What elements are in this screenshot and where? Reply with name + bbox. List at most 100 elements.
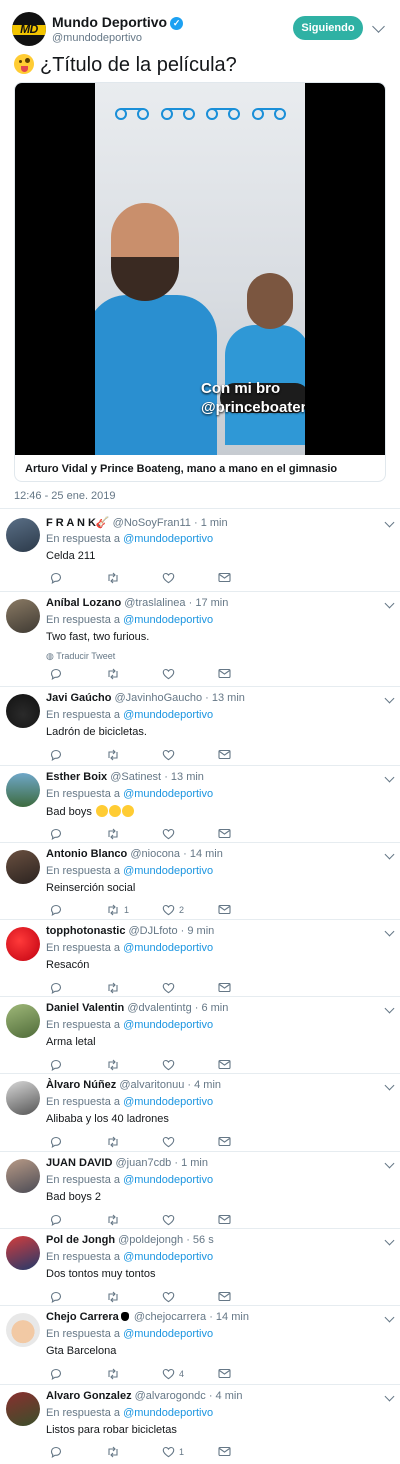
retweet-button[interactable] (102, 1291, 124, 1305)
direct-message-button[interactable] (214, 828, 231, 842)
like-button[interactable] (158, 749, 179, 763)
reply-author[interactable]: topphotonastic @DJLfoto · 9 min (46, 925, 214, 937)
reply-tweet[interactable]: Àlvaro Núñez @alvaritonuu · 4 min En resp… (0, 1079, 400, 1153)
account-avatar[interactable]: MD (12, 12, 46, 46)
direct-message-button[interactable] (214, 1368, 231, 1382)
reply-button[interactable] (46, 1291, 62, 1305)
reply-button[interactable] (46, 982, 62, 996)
reply-author[interactable]: Esther Boix @Satinest · 13 min (46, 771, 204, 783)
reply-button[interactable] (46, 1446, 62, 1460)
direct-message-button[interactable] (214, 1214, 231, 1228)
chevron-down-icon[interactable] (384, 1003, 395, 1014)
avatar[interactable] (6, 1159, 40, 1193)
chevron-down-icon[interactable] (384, 1080, 395, 1091)
avatar[interactable] (6, 1236, 40, 1270)
reply-button[interactable] (46, 828, 62, 842)
reply-time[interactable]: · 13 min (164, 771, 204, 783)
reply-author[interactable]: Àlvaro Núñez @alvaritonuu · 4 min (46, 1079, 221, 1091)
reply-button[interactable] (46, 1136, 62, 1150)
retweet-button[interactable] (102, 982, 124, 996)
direct-message-button[interactable] (214, 904, 231, 918)
avatar[interactable] (6, 1004, 40, 1038)
direct-message-button[interactable] (214, 1446, 231, 1460)
like-button[interactable] (158, 668, 179, 682)
like-button[interactable] (158, 1059, 179, 1073)
avatar[interactable] (6, 599, 40, 633)
reply-to-link[interactable]: @mundodeportivo (123, 1328, 213, 1340)
reply-time[interactable]: · 1 min (194, 517, 228, 529)
retweet-button[interactable] (102, 828, 124, 842)
reply-time[interactable]: · 4 min (187, 1079, 221, 1091)
like-button[interactable] (158, 1214, 179, 1228)
reply-to-link[interactable]: @mundodeportivo (123, 709, 213, 721)
chevron-down-icon[interactable] (384, 1158, 395, 1169)
reply-time[interactable]: · 14 min (183, 848, 223, 860)
account-name[interactable]: Mundo Deportivo ✓ (52, 14, 184, 30)
reply-button[interactable] (46, 572, 62, 586)
retweet-button[interactable] (102, 1368, 124, 1382)
retweet-button[interactable]: 1 (102, 904, 129, 918)
direct-message-button[interactable] (214, 668, 231, 682)
reply-button[interactable] (46, 1214, 62, 1228)
reply-to-link[interactable]: @mundodeportivo (123, 1096, 213, 1108)
retweet-button[interactable] (102, 572, 124, 586)
reply-button[interactable] (46, 1368, 62, 1382)
reply-tweet[interactable]: Alvaro Gonzalez @alvarogondc · 4 min En r… (0, 1390, 400, 1464)
reply-tweet[interactable]: Javi Gaúcho @JavinhoGaucho · 13 min En re… (0, 692, 400, 766)
reply-tweet[interactable]: Aníbal Lozano @traslalinea · 17 min En re… (0, 597, 400, 681)
reply-to-link[interactable]: @mundodeportivo (123, 614, 213, 626)
reply-to-link[interactable]: @mundodeportivo (123, 865, 213, 877)
chevron-down-icon[interactable] (384, 598, 395, 609)
reply-tweet[interactable]: Antonio Blanco @niocona · 14 min En respu… (0, 848, 400, 922)
reply-author[interactable]: Alvaro Gonzalez @alvarogondc · 4 min (46, 1390, 242, 1402)
direct-message-button[interactable] (214, 1136, 231, 1150)
reply-tweet[interactable]: Chejo Carrera @chejocarrera · 14 min En r… (0, 1311, 400, 1385)
reply-author[interactable]: Javi Gaúcho @JavinhoGaucho · 13 min (46, 692, 245, 704)
reply-time[interactable]: · 6 min (195, 1002, 229, 1014)
like-button[interactable]: 2 (158, 904, 184, 918)
reply-time[interactable]: · 14 min (209, 1311, 249, 1323)
reply-author[interactable]: Pol de Jongh @poldejongh · 56 s (46, 1234, 214, 1246)
reply-button[interactable] (46, 904, 62, 918)
chevron-down-icon[interactable] (384, 1235, 395, 1246)
reply-button[interactable] (46, 1059, 62, 1073)
reply-tweet[interactable]: JUAN DAVID @juan7cdb · 1 min En respuesta… (0, 1157, 400, 1231)
reply-to-link[interactable]: @mundodeportivo (123, 1407, 213, 1419)
reply-tweet[interactable]: Daniel Valentin @dvalentintg · 6 min En r… (0, 1002, 400, 1076)
card-title[interactable]: Arturo Vidal y Prince Boateng, mano a ma… (25, 463, 337, 475)
reply-time[interactable]: · 17 min (189, 597, 229, 609)
reply-tweet[interactable]: topphotonastic @DJLfoto · 9 min En respue… (0, 925, 400, 999)
like-button[interactable] (158, 982, 179, 996)
reply-to-link[interactable]: @mundodeportivo (123, 1251, 213, 1263)
chevron-down-icon[interactable] (384, 849, 395, 860)
reply-author[interactable]: Aníbal Lozano @traslalinea · 17 min (46, 597, 228, 609)
reply-author[interactable]: JUAN DAVID @juan7cdb · 1 min (46, 1157, 208, 1169)
chevron-down-icon[interactable] (384, 693, 395, 704)
reply-author[interactable]: Antonio Blanco @niocona · 14 min (46, 848, 223, 860)
reply-time[interactable]: · 4 min (209, 1390, 243, 1402)
avatar[interactable] (6, 1313, 40, 1347)
reply-button[interactable] (46, 749, 62, 763)
reply-to-link[interactable]: @mundodeportivo (123, 1174, 213, 1186)
avatar[interactable] (6, 1081, 40, 1115)
like-button[interactable]: 1 (158, 1446, 184, 1460)
reply-to-link[interactable]: @mundodeportivo (123, 788, 213, 800)
direct-message-button[interactable] (214, 1291, 231, 1305)
reply-time[interactable]: · 9 min (181, 925, 215, 937)
chevron-down-icon[interactable] (384, 772, 395, 783)
reply-tweet[interactable]: Esther Boix @Satinest · 13 min En respues… (0, 771, 400, 845)
retweet-button[interactable] (102, 1136, 124, 1150)
reply-to-link[interactable]: @mundodeportivo (123, 1019, 213, 1031)
chevron-down-icon[interactable] (384, 926, 395, 937)
retweet-button[interactable] (102, 1059, 124, 1073)
avatar[interactable] (6, 927, 40, 961)
direct-message-button[interactable] (214, 982, 231, 996)
direct-message-button[interactable] (214, 1059, 231, 1073)
reply-author[interactable]: F R A N K🎸 @NoSoyFran11 · 1 min (46, 516, 228, 529)
tweet-timestamp[interactable]: 12:46 - 25 ene. 2019 (14, 490, 116, 502)
like-button[interactable]: 4 (158, 1368, 184, 1382)
video-player[interactable]: Con mi bro @princeboateng (15, 83, 385, 455)
avatar[interactable] (6, 850, 40, 884)
reply-to-link[interactable]: @mundodeportivo (123, 942, 213, 954)
translate-tweet-link[interactable]: ◍ Traducir Tweet (46, 651, 115, 662)
